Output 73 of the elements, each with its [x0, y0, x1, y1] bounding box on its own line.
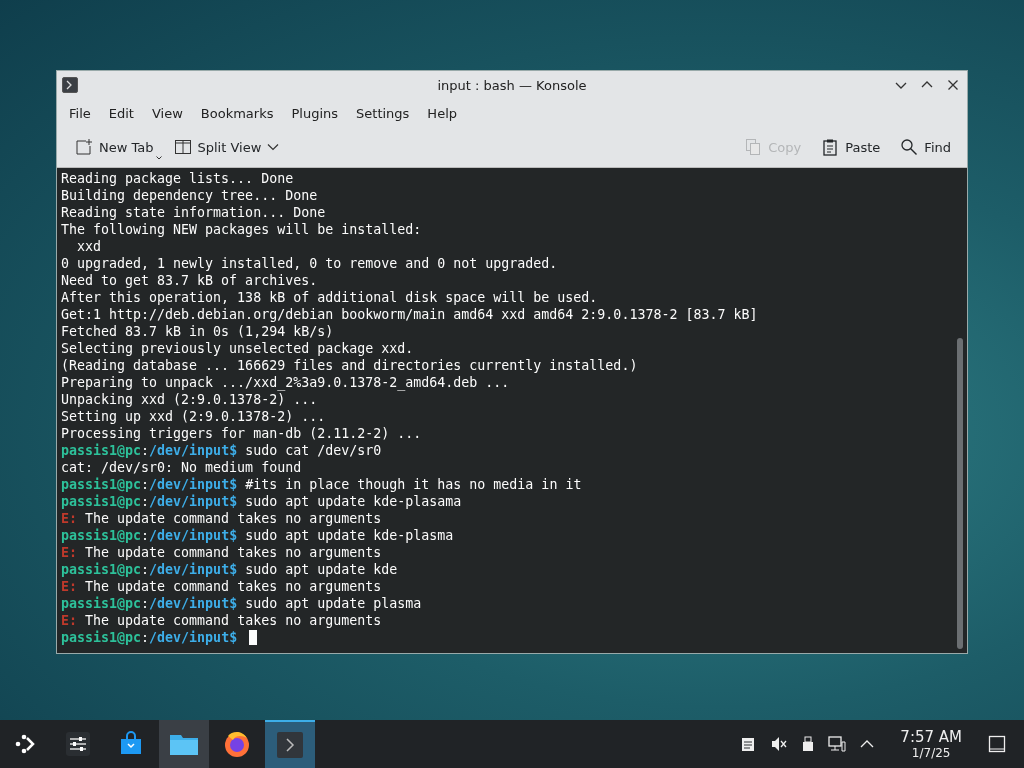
- terminal-line: After this operation, 138 kB of additional disk space will be used.: [61, 290, 598, 305]
- terminal-line: Setting up xxd (2:9.0.1378-2) ...: [61, 409, 326, 424]
- menu-item[interactable]: Edit: [100, 102, 142, 124]
- window-title: input : bash — Konsole: [437, 77, 587, 93]
- prompt-dollar: $: [229, 443, 238, 458]
- prompt-colon: :: [141, 494, 150, 509]
- prompt-colon: :: [141, 443, 150, 458]
- prompt-colon: :: [141, 562, 150, 577]
- prompt-dollar: $: [229, 630, 238, 645]
- error-label: E:: [61, 545, 77, 560]
- terminal-line: The update command takes no arguments: [85, 545, 382, 560]
- prompt-path: /dev/input: [149, 443, 230, 458]
- terminal-line: The update command takes no arguments: [85, 511, 382, 526]
- clock-date[interactable]: 1/7/25: [911, 746, 951, 760]
- split-view-button[interactable]: Split View: [167, 134, 286, 160]
- prompt-path: /dev/input: [149, 630, 230, 645]
- terminal-line: Fetched 83.7 kB in 0s (1,294 kB/s): [61, 324, 334, 339]
- menu-item[interactable]: Help: [419, 102, 465, 124]
- terminal-line: Building dependency tree... Done: [61, 188, 318, 203]
- menu-item[interactable]: Bookmarks: [192, 102, 282, 124]
- terminal-line: (Reading database ... 166629 files and directories currently installed.): [61, 358, 638, 373]
- prompt-user: passis1@pc: [61, 443, 142, 458]
- prompt-user: passis1@pc: [61, 562, 142, 577]
- error-label: E:: [61, 511, 77, 526]
- terminal-line: Unpacking xxd (2:9.0.1378-2) ...: [61, 392, 318, 407]
- command-text: sudo apt update kde-plasama: [245, 494, 462, 509]
- new-tab-button[interactable]: New Tab: [69, 134, 160, 160]
- terminal-line: Processing triggers for man-db (2.11.2-2) ...: [61, 426, 422, 441]
- terminal-line: Selecting previously unselected package xxd.: [61, 341, 414, 356]
- prompt-colon: :: [141, 630, 150, 645]
- menu-item[interactable]: View: [143, 102, 191, 124]
- command-text: sudo apt update kde: [245, 562, 398, 577]
- command-text: #its in place though it has no media in it: [245, 477, 582, 492]
- prompt-user: passis1@pc: [61, 596, 142, 611]
- prompt-dollar: $: [229, 562, 238, 577]
- terminal-line: The update command takes no arguments: [85, 579, 382, 594]
- terminal-line: Need to get 83.7 kB of archives.: [61, 273, 318, 288]
- clock-time[interactable]: 7:57 AM: [900, 728, 962, 746]
- prompt-path: /dev/input: [149, 562, 230, 577]
- prompt-path: /dev/input: [149, 477, 230, 492]
- terminal-line: cat: /dev/sr0: No medium found: [61, 460, 302, 475]
- prompt-dollar: $: [229, 528, 238, 543]
- terminal-line: The following NEW packages will be installed:: [61, 222, 422, 237]
- menu-item[interactable]: Plugins: [283, 102, 347, 124]
- paste-button[interactable]: Paste: [815, 134, 887, 160]
- terminal-line: Reading state information... Done: [61, 205, 326, 220]
- prompt-dollar: $: [229, 596, 238, 611]
- error-label: E:: [61, 579, 77, 594]
- prompt-user: passis1@pc: [61, 494, 142, 509]
- terminal-line: The update command takes no arguments: [85, 613, 382, 628]
- prompt-colon: :: [141, 596, 150, 611]
- prompt-user: passis1@pc: [61, 528, 142, 543]
- prompt-user: passis1@pc: [61, 630, 142, 645]
- prompt-path: /dev/input: [149, 528, 230, 543]
- menu-item[interactable]: File: [61, 102, 99, 124]
- terminal-line: Reading package lists... Done: [61, 171, 294, 186]
- prompt-user: passis1@pc: [61, 477, 142, 492]
- command-text: sudo cat /dev/sr0: [245, 443, 382, 458]
- error-label: E:: [61, 613, 77, 628]
- prompt-colon: :: [141, 528, 150, 543]
- terminal-line: Preparing to unpack .../xxd_2%3a9.0.1378-2_amd64.deb ...: [61, 375, 510, 390]
- terminal-line: xxd: [76, 239, 102, 254]
- terminal-line: Get:1 http://deb.debian.org/debian bookworm/main amd64 xxd amd64 2:9.0.1378-2 [83.7 kB]: [61, 307, 758, 322]
- prompt-path: /dev/input: [149, 494, 230, 509]
- find-button[interactable]: Find: [894, 134, 957, 160]
- prompt-colon: :: [141, 477, 150, 492]
- prompt-dollar: $: [229, 477, 238, 492]
- command-text: sudo apt update plasma: [245, 596, 422, 611]
- menu-item[interactable]: Settings: [348, 102, 418, 124]
- prompt-dollar: $: [229, 494, 238, 509]
- prompt-path: /dev/input: [149, 596, 230, 611]
- command-text: sudo apt update kde-plasma: [245, 528, 454, 543]
- terminal-line: 0 upgraded, 1 newly installed, 0 to remove and 0 not upgraded.: [61, 256, 558, 271]
